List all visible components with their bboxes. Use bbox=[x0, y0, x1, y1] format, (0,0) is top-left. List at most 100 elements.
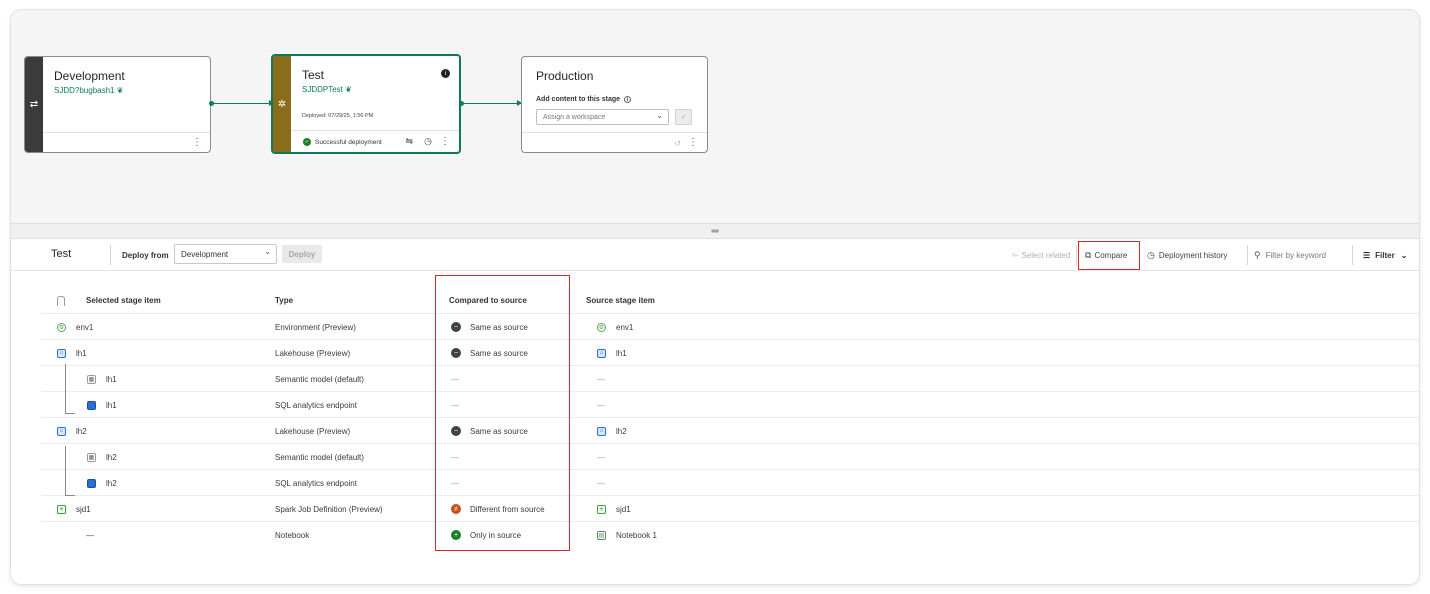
item-name: lh2 bbox=[106, 452, 117, 462]
table-row[interactable]: ✳ sjd1 Spark Job Definition (Preview) ≠ Diff… bbox=[41, 495, 1419, 521]
history-icon[interactable]: ↺ bbox=[674, 139, 681, 148]
table-row[interactable]: ▦ lh1 Semantic model (default) — — bbox=[41, 365, 1419, 391]
stage-connector bbox=[211, 100, 274, 106]
stage-title: Development bbox=[54, 69, 125, 83]
lakehouse-icon: ⌂ bbox=[57, 348, 66, 358]
deployment-history-button[interactable]: ◷ Deployment history bbox=[1147, 245, 1227, 265]
select-related-label: Select related bbox=[1021, 250, 1071, 260]
cell-type: Semantic model (default) bbox=[275, 374, 364, 384]
deploy-from-label: Deploy from bbox=[122, 250, 169, 260]
stage-card-production[interactable]: Production Add content to this stage i A… bbox=[521, 56, 708, 153]
select-all-checkbox[interactable] bbox=[57, 296, 65, 306]
cell-selected-item: — bbox=[57, 522, 94, 548]
info-icon[interactable]: i bbox=[624, 96, 631, 103]
table-row[interactable]: ⚙ env1 Environment (Preview) − Same as sourc… bbox=[41, 313, 1419, 339]
stage-workspace-link[interactable]: SJDD?bugbash1 ❦ bbox=[54, 86, 123, 95]
cell-source-item: ▤ Notebook 1 bbox=[597, 522, 657, 548]
cell-type: Notebook bbox=[275, 530, 310, 540]
toolbar-divider bbox=[1076, 245, 1077, 265]
deployment-status: ✓ Successful deployment bbox=[303, 138, 382, 146]
table-row[interactable]: ▦ lh2 Semantic model (default) — — bbox=[41, 443, 1419, 469]
table-row[interactable]: lh2 SQL analytics endpoint — — bbox=[41, 469, 1419, 495]
cell-selected-item: ▦ lh1 bbox=[87, 366, 117, 392]
filter-keyword-placeholder: Filter by keyword bbox=[1265, 250, 1327, 260]
filter-keyword-input[interactable]: ⚲ Filter by keyword bbox=[1254, 245, 1349, 265]
table-row[interactable]: ⌂ lh2 Lakehouse (Preview) − Same as source ⌂ l… bbox=[41, 417, 1419, 443]
info-badge-icon[interactable]: i bbox=[441, 69, 450, 78]
deploy-button-label: Deploy bbox=[288, 249, 316, 259]
deploy-button[interactable]: Deploy bbox=[282, 245, 322, 263]
connector-dot bbox=[459, 101, 464, 106]
deploy-from-dropdown[interactable]: Development ⌄ bbox=[174, 244, 277, 264]
stage-card-development[interactable]: ⇄ Development SJDD?bugbash1 ❦ ⋮ bbox=[24, 56, 211, 153]
item-name: lh2 bbox=[106, 478, 117, 488]
environment-icon: ⚙ bbox=[57, 322, 66, 332]
toolbar-divider bbox=[110, 245, 111, 265]
deployed-date: Deployed: 07/29/25, 1:56 PM bbox=[302, 113, 374, 119]
stage-card-test[interactable]: ✲ Test i SJDDPTest ❦ Deployed: 07/29/25,… bbox=[271, 54, 461, 154]
spark-job-icon: ✳ bbox=[57, 504, 66, 514]
cell-source-item: — bbox=[597, 392, 605, 418]
compare-icon[interactable]: ⇋ bbox=[405, 136, 413, 147]
cell-type: Environment (Preview) bbox=[275, 322, 356, 332]
cell-source-item: ⌂ lh1 bbox=[597, 340, 627, 366]
drag-handle-icon: ═ bbox=[711, 225, 719, 237]
filter-label: Filter bbox=[1375, 250, 1395, 260]
source-item-name: — bbox=[597, 478, 605, 488]
history-icon[interactable]: ◷ bbox=[424, 136, 432, 147]
table-row[interactable]: lh1 SQL analytics endpoint — — bbox=[41, 391, 1419, 417]
more-options-icon[interactable]: ⋮ bbox=[688, 137, 698, 148]
pane-splitter[interactable]: ═ bbox=[11, 224, 1419, 239]
cell-type: Semantic model (default) bbox=[275, 452, 364, 462]
source-item-name: lh1 bbox=[616, 348, 627, 358]
history-icon: ◷ bbox=[1147, 249, 1155, 260]
item-name: sjd1 bbox=[76, 504, 91, 514]
source-item-name: Notebook 1 bbox=[616, 530, 657, 540]
compare-column-highlight bbox=[435, 275, 570, 551]
more-options-icon[interactable]: ⋮ bbox=[192, 137, 202, 148]
cell-type: Spark Job Definition (Preview) bbox=[275, 504, 383, 514]
item-name: lh1 bbox=[76, 348, 87, 358]
source-item-name: sjd1 bbox=[616, 504, 631, 514]
source-item-name: lh2 bbox=[616, 426, 627, 436]
lakehouse-icon: ⌂ bbox=[57, 426, 66, 436]
connector-dot bbox=[209, 101, 214, 106]
unlink-icon: ⇄ bbox=[29, 99, 39, 110]
stage-title: Test bbox=[302, 68, 325, 82]
notebook-icon: ▤ bbox=[597, 530, 606, 540]
stage-connector bbox=[461, 100, 522, 106]
cell-selected-item: ✳ sjd1 bbox=[57, 496, 91, 522]
environment-icon: ⚙ bbox=[597, 322, 606, 332]
sql-endpoint-icon bbox=[87, 400, 96, 410]
assign-workspace-placeholder: Assign a workspace bbox=[543, 113, 606, 121]
header-selected-stage-item: Selected stage item bbox=[86, 296, 161, 305]
add-content-label: Add content to this stage i bbox=[536, 96, 631, 103]
cell-selected-item: ⌂ lh1 bbox=[57, 340, 87, 366]
table-row[interactable]: ⌂ lh1 Lakehouse (Preview) − Same as source ⌂ l… bbox=[41, 339, 1419, 365]
assign-workspace-dropdown[interactable]: Assign a workspace ⌄ bbox=[536, 109, 669, 125]
link-icon: ⟜ bbox=[1012, 250, 1019, 259]
confirm-assign-button[interactable]: ✓ bbox=[675, 109, 692, 125]
cell-type: Lakehouse (Preview) bbox=[275, 348, 351, 358]
sql-endpoint-icon bbox=[87, 478, 96, 488]
select-related-button[interactable]: ⟜ Select related bbox=[1012, 245, 1070, 265]
table-row[interactable]: — Notebook + Only in source ▤ Notebook 1 bbox=[41, 521, 1419, 547]
tree-line bbox=[65, 413, 75, 414]
stage-title: Production bbox=[536, 69, 594, 83]
deployment-history-label: Deployment history bbox=[1158, 250, 1228, 260]
chevron-down-icon: ⌄ bbox=[264, 247, 271, 256]
filter-button[interactable]: ☰ Filter ⌄ bbox=[1363, 245, 1407, 265]
cell-source-item: — bbox=[597, 444, 605, 470]
stage-workspace-link[interactable]: SJDDPTest ❦ bbox=[302, 85, 352, 94]
cell-selected-item: ⚙ env1 bbox=[57, 314, 93, 340]
success-check-icon: ✓ bbox=[303, 138, 311, 146]
pipeline-canvas: ⇄ Development SJDD?bugbash1 ❦ ⋮ ✲ Test i… bbox=[11, 10, 1419, 224]
source-item-name: — bbox=[597, 374, 605, 384]
spark-job-icon: ✳ bbox=[597, 504, 606, 514]
cell-selected-item: lh2 bbox=[87, 470, 117, 496]
filter-lines-icon: ☰ bbox=[1363, 250, 1371, 260]
stage-strip: ⇄ bbox=[25, 57, 43, 152]
more-options-icon[interactable]: ⋮ bbox=[440, 136, 450, 147]
cell-selected-item: lh1 bbox=[87, 392, 117, 418]
chevron-down-icon: ⌄ bbox=[1400, 250, 1408, 260]
